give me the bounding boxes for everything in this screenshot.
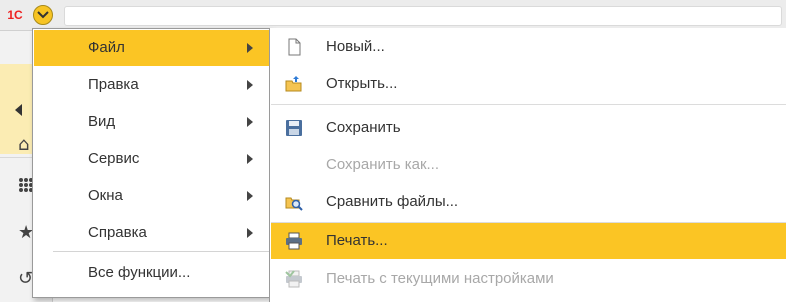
menu-item-label: Окна [88,187,123,204]
submenu-item-label: Сохранить как... [326,156,440,173]
submenu-arrow-icon [247,80,253,90]
title-field [64,6,782,26]
submenu-item-quick-print[interactable]: Печать с текущими настройками [271,261,786,297]
submenu-arrow-icon [247,43,253,53]
menu-item-label: Сервис [88,150,140,167]
submenu-arrow-icon [247,154,253,164]
app-logo: 1С [4,5,26,25]
window-title-bar: 1С [0,0,786,31]
open-folder-icon [285,76,302,92]
submenu-item-label: Сравнить файлы... [326,193,459,210]
menu-item-windows[interactable]: Окна [34,178,270,214]
menu-item-file[interactable]: Файл [34,30,270,66]
app-logo-text: 1С [7,8,23,22]
menu-item-label: Файл [88,39,125,56]
menu-item-all-functions[interactable]: Все функции... [34,255,270,291]
submenu-item-open[interactable]: Открыть... [271,66,786,102]
quick-print-icon [285,270,302,288]
main-menu-button[interactable] [33,5,53,25]
arrow-left-icon [15,104,22,116]
submenu-item-save-as[interactable]: Сохранить как... [271,147,786,183]
menu-item-help[interactable]: Справка [34,215,270,251]
submenu-item-print[interactable]: Печать... [271,223,786,259]
submenu-item-save[interactable]: Сохранить [271,110,786,146]
submenu-arrow-icon [247,117,253,127]
submenu-item-label: Новый... [326,38,385,55]
submenu-item-label: Печать с текущими настройками [326,270,554,287]
save-icon [286,120,302,136]
home-icon[interactable]: ⌂ [18,135,29,155]
new-document-icon [288,38,301,56]
menu-divider [271,104,786,105]
menu-divider [53,251,269,252]
menu-item-service[interactable]: Сервис [34,141,270,177]
menu-item-edit[interactable]: Правка [34,67,270,103]
menu-item-label: Вид [88,113,116,130]
submenu-item-label: Сохранить [326,119,401,136]
menu-item-view[interactable]: Вид [34,104,270,140]
submenu-arrow-icon [247,228,253,238]
printer-icon [286,232,302,250]
file-submenu-popup: Новый... Открыть... Сохранить Сохранить … [269,28,786,302]
submenu-item-new[interactable]: Новый... [271,29,786,65]
menu-item-label: Справка [88,224,147,241]
submenu-item-label: Открыть... [326,75,398,92]
submenu-item-label: Печать... [326,232,388,249]
menu-item-label: Правка [88,76,139,93]
menu-item-label: Все функции... [88,264,191,281]
submenu-item-compare-files[interactable]: Сравнить файлы... [271,184,786,220]
compare-files-icon [285,197,303,211]
submenu-arrow-icon [247,191,253,201]
history-icon[interactable]: ↺ [18,269,33,289]
main-menu-popup: Файл Правка Вид Сервис Окна Справка Все … [32,28,272,298]
chevron-down-icon [37,11,49,19]
